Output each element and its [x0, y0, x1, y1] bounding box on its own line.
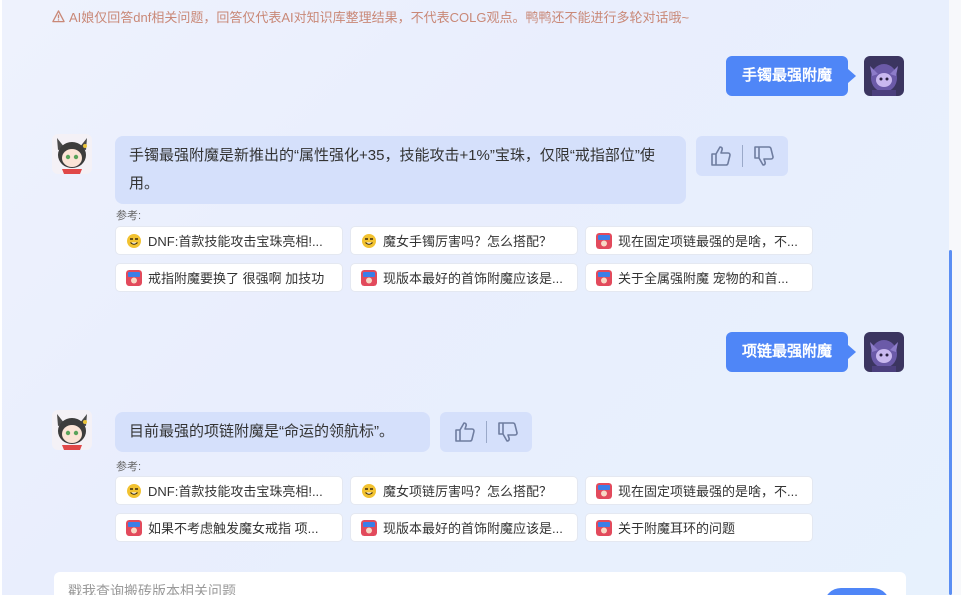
- reference-link[interactable]: 现版本最好的首饰附魔应该是...: [350, 513, 578, 542]
- reference-text: 关于附魔耳环的问题: [618, 521, 736, 536]
- ai-answer-bubble: 手镯最强附魔是新推出的“属性强化+35，技能攻击+1%”宝珠，仅限“戒指部位”使…: [115, 136, 686, 204]
- thumbs-down-icon: [753, 146, 774, 166]
- reference-label: 参考:: [116, 210, 142, 222]
- scrollbar-thumb[interactable]: [949, 250, 952, 595]
- notice-bar: AI娘仅回答dnf相关问题，回答仅代表AI对知识库整理结果，不代表COLG观点。…: [52, 8, 689, 28]
- thumbs-up-button[interactable]: [706, 142, 736, 170]
- reference-link[interactable]: 现在固定项链最强的是啥，不...: [585, 226, 813, 255]
- divider: [485, 421, 487, 443]
- send-button[interactable]: [824, 588, 890, 595]
- reference-link[interactable]: 关于全属强附魔 宠物的和首...: [585, 263, 813, 292]
- notice-text: AI娘仅回答dnf相关问题，回答仅代表AI对知识库整理结果，不代表COLG观点。…: [69, 10, 690, 25]
- reference-text: 戒指附魔要换了 很强啊 加技功: [148, 271, 325, 286]
- colg-icon: [596, 519, 612, 536]
- reference-link[interactable]: 魔女手镯厉害吗？怎么搭配？: [350, 226, 578, 255]
- ai-avatar: [52, 134, 92, 174]
- reference-text: DNF:首款技能攻击宝珠亮相!...: [148, 234, 323, 249]
- reference-link[interactable]: 关于附魔耳环的问题: [585, 513, 813, 542]
- colg-icon: [126, 269, 142, 286]
- warning-icon: [52, 10, 65, 23]
- colg-icon: [361, 269, 377, 286]
- emoji-icon: [127, 233, 141, 248]
- reference-text: 关于全属强附魔 宠物的和首...: [618, 271, 789, 286]
- chat-panel: AI娘仅回答dnf相关问题，回答仅代表AI对知识库整理结果，不代表COLG观点。…: [2, 0, 949, 595]
- colg-icon: [361, 519, 377, 536]
- colg-icon: [596, 269, 612, 286]
- reference-text: 魔女手镯厉害吗？怎么搭配？: [383, 234, 553, 249]
- thumbs-down-icon: [497, 422, 518, 442]
- reference-link[interactable]: 戒指附魔要换了 很强啊 加技功: [115, 263, 343, 292]
- reference-link[interactable]: 魔女项链厉害吗？怎么搭配？: [350, 476, 578, 505]
- reference-text: 现版本最好的首饰附魔应该是...: [383, 521, 563, 536]
- thumbs-up-button[interactable]: [450, 418, 480, 446]
- user-avatar: [864, 332, 904, 372]
- reference-text: DNF:首款技能攻击宝珠亮相!...: [148, 484, 323, 499]
- reference-text: 魔女项链厉害吗？怎么搭配？: [383, 484, 553, 499]
- reference-link[interactable]: 如果不考虑触发魔女戒指 项...: [115, 513, 343, 542]
- reference-text: 现在固定项链最强的是啥，不...: [618, 234, 798, 249]
- thumbs-down-button[interactable]: [749, 142, 779, 170]
- ai-answer-bubble: 目前最强的项链附魔是“命运的领航标”。: [115, 412, 430, 452]
- reference-link[interactable]: 现版本最好的首饰附魔应该是...: [350, 263, 578, 292]
- colg-icon: [596, 232, 612, 249]
- reference-link[interactable]: DNF:首款技能攻击宝珠亮相!...: [115, 226, 343, 255]
- reference-link[interactable]: 现在固定项链最强的是啥，不...: [585, 476, 813, 505]
- user-question-bubble: 项链最强附魔: [725, 332, 857, 372]
- reference-text: 现版本最好的首饰附魔应该是...: [383, 271, 563, 286]
- divider: [741, 145, 743, 167]
- reference-text: 现在固定项链最强的是啥，不...: [618, 484, 798, 499]
- reference-label: 参考:: [116, 461, 142, 473]
- chat-input[interactable]: [66, 582, 770, 595]
- feedback-group: [696, 136, 788, 176]
- thumbs-up-icon: [454, 422, 475, 442]
- reference-link[interactable]: DNF:首款技能攻击宝珠亮相!...: [115, 476, 343, 505]
- colg-icon: [596, 482, 612, 499]
- user-avatar: [864, 56, 904, 96]
- user-question-bubble: 手镯最强附魔: [725, 56, 857, 96]
- emoji-icon: [127, 483, 141, 498]
- emoji-icon: [362, 483, 376, 498]
- thumbs-up-icon: [710, 146, 731, 166]
- thumbs-down-button[interactable]: [493, 418, 523, 446]
- chat-input-container: [54, 572, 906, 595]
- reference-text: 如果不考虑触发魔女戒指 项...: [148, 521, 319, 536]
- emoji-icon: [362, 233, 376, 248]
- ai-avatar: [52, 410, 92, 450]
- feedback-group: [440, 412, 532, 452]
- colg-icon: [126, 519, 142, 536]
